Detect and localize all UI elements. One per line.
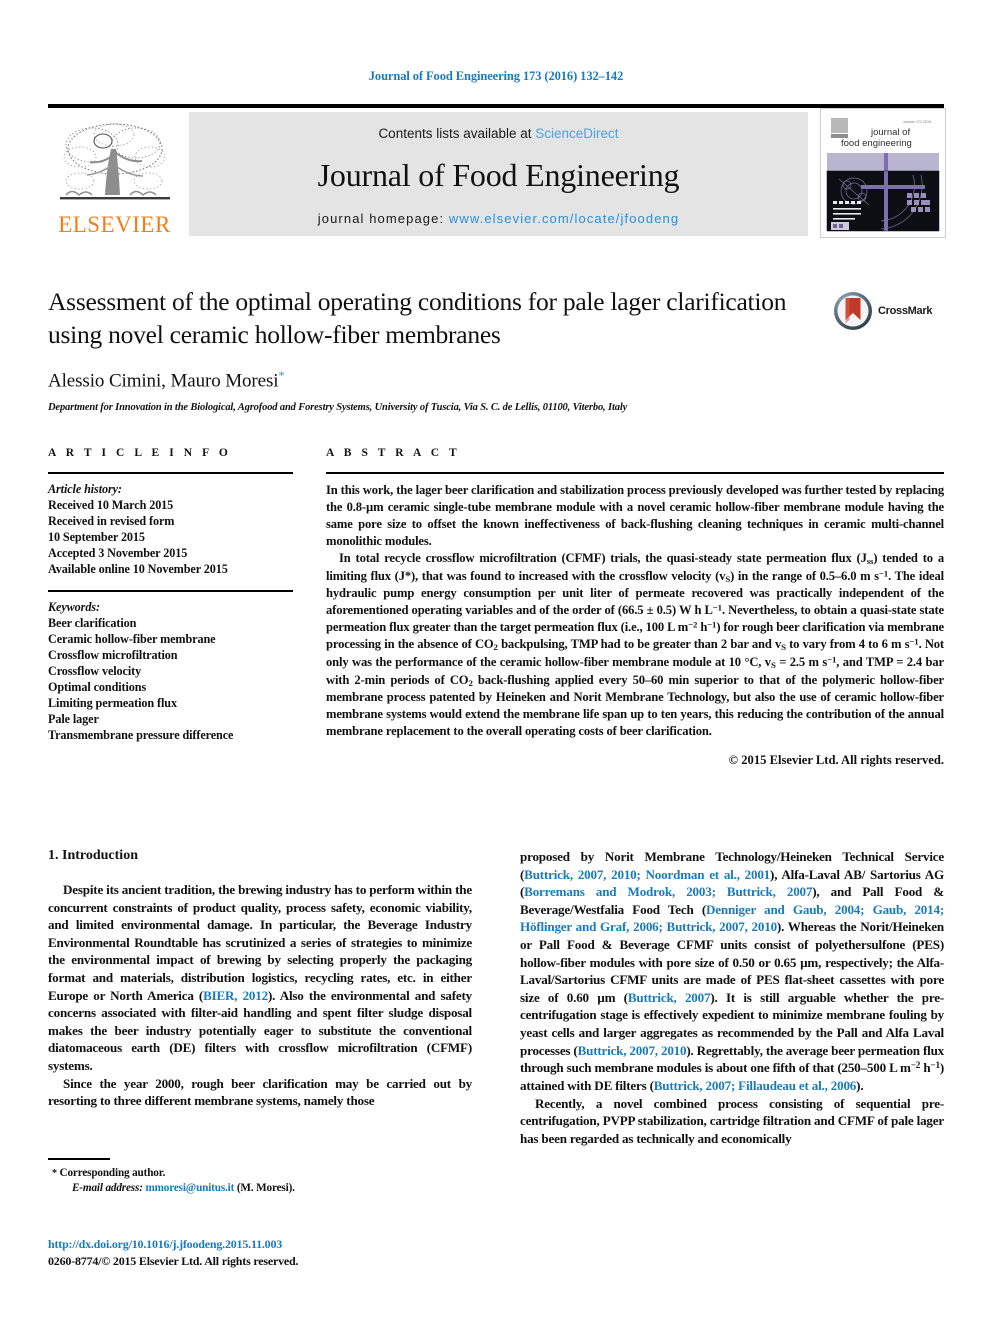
issn-copyright-line: 0260-8774/© 2015 Elsevier Ltd. All right… xyxy=(48,1254,299,1269)
journal-cover-thumbnail: volume 173 2016 journal of food engineer… xyxy=(820,108,946,238)
journal-title: Journal of Food Engineering xyxy=(317,157,680,193)
body-columns: 1. Introduction Despite its ancient trad… xyxy=(48,848,944,1208)
homepage-prefix: journal homepage: xyxy=(317,211,449,226)
citation-link[interactable]: Buttrick, 2007, 2010 xyxy=(578,1043,687,1058)
article-history-label: Article history: xyxy=(48,482,122,496)
page-title: Assessment of the optimal operating cond… xyxy=(48,287,787,349)
citation-link[interactable]: Buttrick, 2007; Fillaudeau et al., 2006 xyxy=(654,1078,857,1093)
abstract-paragraph-1: In this work, the lager beer clarificati… xyxy=(326,483,944,548)
body-column-left: 1. Introduction Despite its ancient trad… xyxy=(48,848,472,1110)
article-history-item: Available online 10 November 2015 xyxy=(48,562,228,577)
keyword-item: Beer clarification xyxy=(48,615,137,630)
footnote-rule xyxy=(48,1158,110,1160)
article-info-heading: A R T I C L E I N F O xyxy=(48,447,232,459)
corresponding-author-line: * Corresponding author. xyxy=(48,1166,472,1182)
corresponding-author-text: Corresponding author. xyxy=(59,1166,166,1179)
author-list: Alessio Cimini, Mauro Moresi* xyxy=(48,368,808,392)
article-history-item: Received in revised form xyxy=(48,514,175,529)
citation-link[interactable]: Borremans and Modrok, 2003; Buttrick, 20… xyxy=(524,884,812,899)
intro-paragraph-3: proposed by Norit Membrane Technology/He… xyxy=(520,849,945,1093)
elsevier-tree-icon xyxy=(56,119,174,211)
citation-link[interactable]: Buttrick, 2007, 2010; Noordman et al., 2… xyxy=(524,867,770,882)
journal-homepage-link[interactable]: www.elsevier.com/locate/jfoodeng xyxy=(449,211,679,226)
article-info-rule xyxy=(48,472,293,474)
elsevier-wordmark: ELSEVIER xyxy=(58,212,171,237)
contents-available-line: Contents lists available at ScienceDirec… xyxy=(189,126,808,141)
section-title: Introduction xyxy=(62,848,138,863)
body-column-right: proposed by Norit Membrane Technology/He… xyxy=(520,848,944,1147)
keyword-item: Ceramic hollow-fiber membrane xyxy=(48,631,216,646)
intro-paragraph-4: Recently, a novel combined process consi… xyxy=(520,1095,944,1146)
email-link[interactable]: mmoresi@unitus.it xyxy=(145,1182,234,1194)
citation-link[interactable]: Buttrick, 2007 xyxy=(628,990,711,1005)
intro-paragraph-2: Since the year 2000, rough beer clarific… xyxy=(48,1075,472,1109)
paper-page: Journal of Food Engineering 173 (2016) 1… xyxy=(0,0,992,1323)
article-history-item: Received 10 March 2015 xyxy=(48,498,174,513)
svg-text:food engineering: food engineering xyxy=(841,138,912,149)
citation-link[interactable]: BIER, 2012 xyxy=(203,988,268,1003)
crossmark-label: CrossMark xyxy=(878,305,933,317)
keyword-item: Transmembrane pressure difference xyxy=(48,728,234,743)
abstract-text: In this work, the lager beer clarificati… xyxy=(326,482,944,740)
corresponding-author-marker: * xyxy=(278,368,285,383)
article-info-column: A R T I C L E I N F O Article history: R… xyxy=(48,447,293,743)
contents-prefix: Contents lists available at xyxy=(378,126,536,141)
keywords-list: Keywords: Beer clarification Ceramic hol… xyxy=(48,599,293,744)
affiliation: Department for Innovation in the Biologi… xyxy=(48,401,628,413)
doi-link[interactable]: http://dx.doi.org/10.1016/j.jfoodeng.201… xyxy=(48,1236,508,1253)
keywords-label: Keywords: xyxy=(48,599,100,614)
doi-block: http://dx.doi.org/10.1016/j.jfoodeng.201… xyxy=(48,1236,508,1271)
svg-text:volume 173 2016: volume 173 2016 xyxy=(903,120,931,124)
footnote-star: * xyxy=(52,1167,57,1179)
keyword-item: Limiting permeation flux xyxy=(48,696,177,711)
crossmark-icon xyxy=(834,292,872,330)
citation-link[interactable]: Denniger and Gaub, 2004; Gaub, 2014; Höf… xyxy=(520,902,944,935)
email-line: E-mail address: mmoresi@unitus.it (M. Mo… xyxy=(48,1181,472,1197)
article-history-item: Accepted 3 November 2015 xyxy=(48,546,188,561)
corresponding-author-footnote: * Corresponding author. E-mail address: … xyxy=(48,1158,472,1197)
journal-masthead: ELSEVIER Contents lists available at Sci… xyxy=(48,104,946,238)
masthead-top-rule xyxy=(48,104,944,108)
svg-text:journal of: journal of xyxy=(870,127,910,138)
abstract-copyright: © 2015 Elsevier Ltd. All rights reserved… xyxy=(728,753,944,768)
abstract-paragraph-2: In total recycle crossflow microfiltrati… xyxy=(326,550,944,739)
email-label: E-mail address: xyxy=(72,1182,143,1195)
keyword-item: Pale lager xyxy=(48,712,99,727)
running-head: Journal of Food Engineering 173 (2016) 1… xyxy=(368,69,624,83)
sciencedirect-link[interactable]: ScienceDirect xyxy=(535,126,618,141)
journal-banner: Contents lists available at ScienceDirec… xyxy=(189,112,808,236)
journal-homepage-line: journal homepage: www.elsevier.com/locat… xyxy=(189,211,808,226)
article-history: Article history: Received 10 March 2015 … xyxy=(48,481,293,578)
section-heading-introduction: 1. Introduction xyxy=(48,848,472,864)
elsevier-logo: ELSEVIER xyxy=(48,112,181,236)
abstract-column: A B S T R A C T In this work, the lager … xyxy=(326,447,944,768)
keywords-rule xyxy=(48,589,293,592)
crossmark-badge[interactable]: CrossMark xyxy=(833,289,945,333)
abstract-rule xyxy=(326,472,944,474)
intro-p1-text: Despite its ancient tradition, the brewi… xyxy=(48,882,472,1003)
author-names: Alessio Cimini, Mauro Moresi xyxy=(48,370,279,392)
keyword-item: Optimal conditions xyxy=(48,680,147,695)
email-suffix: (M. Moresi). xyxy=(236,1182,295,1195)
section-number: 1. xyxy=(48,848,59,863)
abstract-heading: A B S T R A C T xyxy=(326,447,461,459)
title-block: Assessment of the optimal operating cond… xyxy=(48,286,808,413)
keyword-item: Crossflow microfiltration xyxy=(48,647,178,662)
intro-paragraph-1: Despite its ancient tradition, the brewi… xyxy=(48,881,472,1075)
article-history-item: 10 September 2015 xyxy=(48,530,145,545)
keyword-item: Crossflow velocity xyxy=(48,663,142,678)
